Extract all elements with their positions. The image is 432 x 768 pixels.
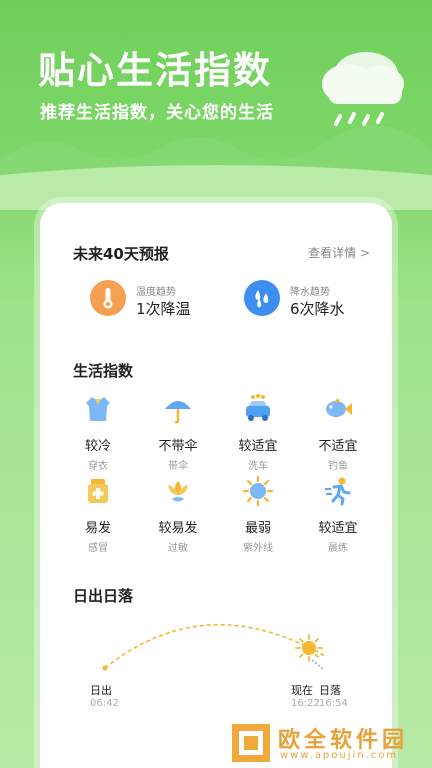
flower-icon <box>168 481 188 502</box>
sun-section-title: 日出日落 <box>73 587 134 605</box>
raindrops-icon <box>244 280 280 316</box>
sunrise-label: 日出 <box>90 684 112 697</box>
hills-background <box>0 125 432 210</box>
rain-cloud-icon <box>322 52 404 126</box>
hero-banner: 贴心生活指数 推荐生活指数，关心您的生活 <box>0 0 432 210</box>
life-item-cold[interactable]: 易发 感冒 <box>58 475 138 554</box>
view-details-link[interactable]: 查看详情 > <box>308 244 370 261</box>
forecast-card: 未来40天预报 查看详情 > 温度趋势 1次降温 降水趋势 6次降水 生活指数 … <box>40 203 392 768</box>
temp-trend-value: 1次降温 <box>136 300 191 318</box>
watermark-url: www.apoujin.com <box>280 750 399 761</box>
life-item-exercise[interactable]: 较适宜 晨练 <box>298 475 378 554</box>
arc-end-marker <box>311 659 324 670</box>
watermark-logo-icon <box>232 724 270 762</box>
umbrella-icon <box>165 401 191 424</box>
sun-icon <box>242 475 274 507</box>
page-title: 贴心生活指数 <box>38 49 272 92</box>
sunrise-time: 06:42 <box>90 698 119 709</box>
now-label: 现在 <box>291 684 313 697</box>
life-item-uv[interactable]: 最弱 紫外线 <box>218 475 298 554</box>
life-item-car-wash[interactable]: 较适宜 洗车 <box>218 393 298 472</box>
sunset-label: 日落 <box>319 684 341 697</box>
life-item-umbrella[interactable]: 不带伞 带伞 <box>138 393 218 472</box>
rain-trend-label: 降水趋势 <box>290 287 330 298</box>
life-item-allergy[interactable]: 较易发 过敏 <box>138 475 218 554</box>
medicine-icon <box>88 479 108 503</box>
now-time: 16:22 <box>291 698 320 709</box>
thermometer-icon <box>90 280 126 316</box>
watermark: 欧全软件园 www.apoujin.com <box>230 718 432 768</box>
forecast-title: 未来40天预报 <box>73 245 169 263</box>
life-item-fishing[interactable]: 不适宜 钓鱼 <box>298 393 378 472</box>
rain-trend-value: 6次降水 <box>290 300 345 318</box>
life-item-clothing[interactable]: 较冷 穿衣 <box>58 393 138 472</box>
page-subtitle: 推荐生活指数，关心您的生活 <box>40 103 274 123</box>
shirt-icon <box>86 397 110 421</box>
running-icon <box>325 477 351 506</box>
car-wash-icon <box>246 394 270 421</box>
sunset-time: 16:54 <box>319 698 348 709</box>
temp-trend-label: 温度趋势 <box>136 287 176 298</box>
fish-icon <box>326 398 352 417</box>
life-index-title: 生活指数 <box>73 362 134 380</box>
